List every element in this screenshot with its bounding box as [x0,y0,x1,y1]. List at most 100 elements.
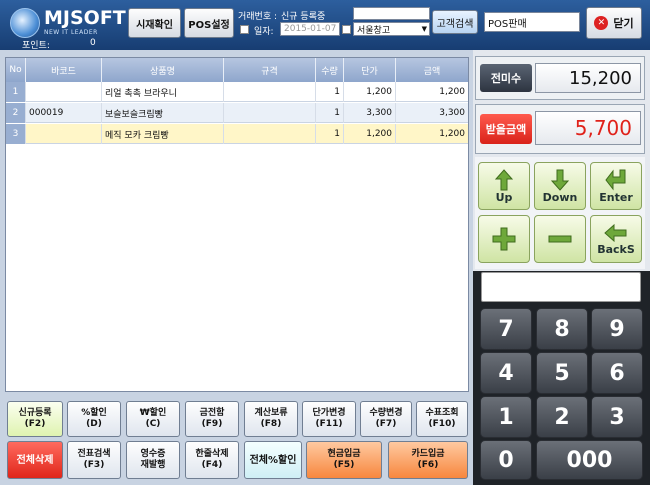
change-qty-button[interactable]: 수량변경 (F7) [360,401,412,437]
button-label: 수표조회 [425,408,459,418]
column-header[interactable]: 금액 [396,58,468,82]
hold-transaction-button[interactable]: 계산보류 (F8) [244,401,298,437]
table-row[interactable]: 2 000019 보슬보슬크림빵 1 3,300 3,300 [6,103,468,123]
key-1[interactable]: 1 [480,396,532,438]
button-label: 계산보류 [254,408,288,418]
price-cell: 1,200 [344,82,396,102]
logo-globe-icon [10,8,40,38]
slip-search-button[interactable]: 전표검색 (F3) [67,441,121,479]
close-icon: ✕ [594,16,609,30]
down-button[interactable]: Down [534,162,586,210]
delete-line-button[interactable]: 한줄삭제 (F4) [185,441,239,479]
row-number: 1 [6,82,26,102]
warehouse-checkbox[interactable] [342,25,351,34]
key-0[interactable]: 0 [480,440,532,480]
trade-no-field[interactable] [353,7,430,20]
percent-discount-button[interactable]: %할인 (D) [67,401,121,437]
total-percent-discount-button[interactable]: 전체%할인 [244,441,302,479]
button-label: 금전함 [199,408,225,418]
product-name-cell: 보슬보슬크림빵 [102,103,224,123]
change-price-button[interactable]: 단가변경 (F11) [302,401,356,437]
table-row-selected[interactable]: 3 메직 모카 크림빵 1 1,200 1,200 [6,124,468,144]
price-cell: 1,200 [344,124,396,144]
row-number: 2 [6,103,26,123]
keypad-display[interactable] [481,272,641,302]
key-6[interactable]: 6 [591,352,643,394]
button-shortcut: (F7) [375,419,397,429]
logo-subtitle: NEW IT LEADER [44,29,98,36]
logo: MJSOFT NEW IT LEADER [10,7,126,38]
key-000[interactable]: 000 [536,440,643,480]
up-label: Up [495,190,513,204]
column-header[interactable]: 단가 [344,58,396,82]
button-shortcut: (F3) [83,460,105,470]
amount-cell: 3,300 [439,108,465,118]
button-shortcut: (F10) [428,419,456,429]
barcode-cell: 000019 [26,103,102,123]
date-checkbox[interactable] [240,25,249,34]
key-8[interactable]: 8 [536,308,588,350]
button-shortcut: (D) [86,419,102,429]
button-label: 현금입금 [327,449,361,459]
product-name-cell: 메직 모카 크림빵 [102,124,224,144]
warehouse-select[interactable]: 서울창고 ▼ [353,22,430,36]
reprint-receipt-button[interactable]: 영수증 재발행 [126,441,180,479]
spec-cell [224,82,316,102]
won-discount-button[interactable]: ₩할인 (C) [126,401,180,437]
plus-button[interactable] [478,215,530,263]
table-row[interactable]: 1 리얼 촉촉 브라우니 1 1,200 1,200 [6,82,468,102]
minus-icon [548,235,572,243]
date-field[interactable]: 2015-01-07 [280,22,340,36]
amount-cell: 1,200 [439,87,465,97]
date-label: 일자: [254,27,274,37]
price-cell: 3,300 [344,103,396,123]
key-5[interactable]: 5 [536,352,588,394]
button-label: ₩할인 [139,408,167,418]
trade-status: 신규 등록중 [281,12,326,22]
column-header[interactable]: 바코드 [26,58,102,82]
button-label: 수량변경 [369,408,403,418]
column-header[interactable]: 규격 [224,58,316,82]
chevron-down-icon: ▼ [421,25,427,33]
key-9[interactable]: 9 [591,308,643,350]
logo-text: MJSOFT [44,7,126,29]
trade-no-label: 거래번호 : [238,12,278,22]
check-cash-button[interactable]: 시재확인 [128,8,181,38]
up-button[interactable]: Up [478,162,530,210]
receive-amount-value: 5,700 [535,111,641,145]
arrow-left-icon [604,223,627,242]
button-label: 전표검색 [77,449,111,459]
card-payment-button[interactable]: 카드입금 (F6) [388,441,468,479]
column-header[interactable]: 상품명 [102,58,224,82]
points-value: 0 [90,38,96,48]
key-4[interactable]: 4 [480,352,532,394]
barcode-cell [26,124,102,144]
close-button[interactable]: ✕ 닫기 [586,7,642,39]
button-shortcut: (F6) [417,460,439,470]
key-2[interactable]: 2 [536,396,588,438]
button-shortcut: (F2) [24,419,46,429]
new-entry-button[interactable]: 신규등록 (F2) [7,401,63,437]
column-header[interactable]: No [6,58,26,82]
barcode-cell [26,82,102,102]
button-label: 한줄삭제 [195,449,229,459]
button-label: %할인 [81,408,107,418]
check-lookup-button[interactable]: 수표조회 (F10) [416,401,468,437]
column-header[interactable]: 수량 [316,58,344,82]
minus-button[interactable] [534,215,586,263]
pos-settings-button[interactable]: POS설정 [184,8,234,38]
backspace-button[interactable]: BackS [590,215,642,263]
pos-mode-field[interactable]: POS판매 [484,12,580,32]
qty-cell: 1 [316,124,344,144]
cash-payment-button[interactable]: 현금입금 (F5) [306,441,382,479]
delete-all-button[interactable]: 전체삭제 [7,441,63,479]
amount-cell: 1,200 [439,129,465,139]
customer-search-button[interactable]: 고객검색 [432,10,478,34]
button-label: 영수증 [140,449,166,459]
cash-drawer-button[interactable]: 금전함 (F9) [185,401,239,437]
sales-table[interactable]: No 바코드 상품명 규격 수량 단가 금액 1 리얼 촉촉 브라우니 1 1,… [5,57,469,392]
button-shortcut: (C) [145,419,161,429]
key-3[interactable]: 3 [591,396,643,438]
enter-button[interactable]: Enter [590,162,642,210]
key-7[interactable]: 7 [480,308,532,350]
